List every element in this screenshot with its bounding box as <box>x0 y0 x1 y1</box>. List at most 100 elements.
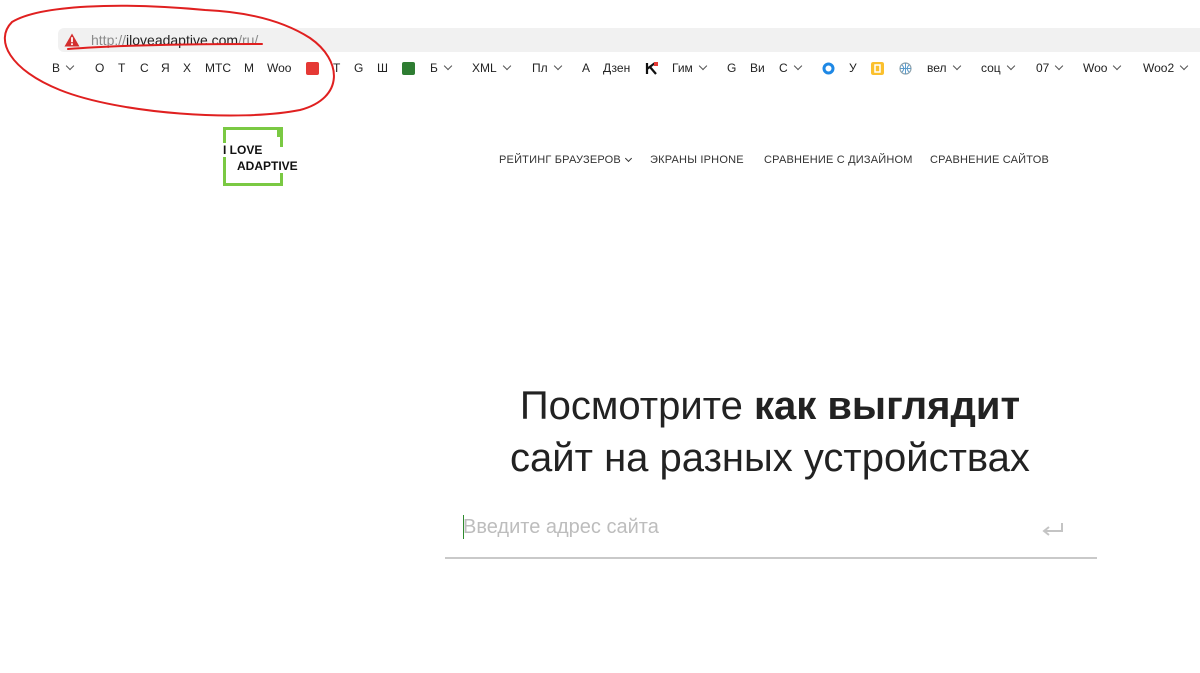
hero-line1-normal: Посмотрите <box>519 384 754 428</box>
nav-item-iphone-screens[interactable]: ЭКРАНЫ IPHONE <box>650 153 744 167</box>
chevron-down-icon <box>443 61 453 71</box>
bookmark-item[interactable]: А <box>582 59 590 77</box>
chevron-down-icon <box>1006 61 1015 71</box>
enter-return-icon[interactable] <box>1041 521 1065 537</box>
bookmark-folder[interactable]: вел <box>927 59 961 77</box>
chevron-down-icon <box>502 61 511 71</box>
bookmark-item[interactable]: У <box>849 59 857 77</box>
bookmark-item[interactable]: Дзен <box>603 59 630 77</box>
bookmark-item[interactable]: С <box>140 59 149 77</box>
chevron-down-icon <box>65 61 75 71</box>
bookmark-label: G <box>354 61 364 75</box>
warning-triangle-icon[interactable] <box>64 33 80 47</box>
bookmark-folder[interactable]: Б <box>430 59 453 77</box>
bookmark-item[interactable]: Х <box>183 59 191 77</box>
bookmark-label: Woo <box>1083 61 1108 75</box>
chevron-down-icon <box>1055 61 1064 71</box>
bookmark-item[interactable] <box>402 59 415 77</box>
bookmark-label: М <box>244 61 254 75</box>
bookmark-folder[interactable]: Пл <box>532 59 562 77</box>
logo-text-line2: ADAPTIVE <box>236 159 299 173</box>
url-path: /ru/ <box>238 32 259 48</box>
bookmark-item[interactable]: Т <box>118 59 125 77</box>
bookmark-label: Woo2 <box>1143 61 1175 75</box>
nav-item-label: ЭКРАНЫ IPHONE <box>650 154 744 166</box>
bookmark-folder[interactable]: С <box>779 59 802 77</box>
bookmark-folder[interactable]: Гим <box>672 59 708 77</box>
nav-item-label: РЕЙТИНГ БРАУЗЕРОВ <box>499 154 621 166</box>
bookmark-item[interactable] <box>306 59 319 77</box>
logo-frame <box>223 127 280 137</box>
red-square-favicon <box>306 61 319 75</box>
bookmark-label: Т <box>118 61 126 75</box>
bookmark-label: МТС <box>205 61 231 75</box>
bookmark-label: Woo <box>267 61 292 75</box>
bookmark-label: 07 <box>1036 61 1050 75</box>
logo-frame <box>280 172 283 186</box>
url-text[interactable]: http://iloveadaptive.com/ru/ <box>91 31 258 49</box>
bookmark-item[interactable]: G <box>354 59 363 77</box>
green-square-favicon <box>402 61 415 75</box>
bookmark-label: Ш <box>377 61 388 75</box>
bookmark-item[interactable] <box>899 59 912 77</box>
bookmark-label: Х <box>183 61 192 75</box>
bookmark-folder[interactable]: Woo2 <box>1143 59 1189 77</box>
address-bar[interactable]: http://iloveadaptive.com/ru/ <box>58 28 1200 52</box>
nav-item-design-comparison[interactable]: СРАВНЕНИЕ С ДИЗАЙНОМ <box>764 153 913 167</box>
blue-ring-favicon <box>822 62 835 74</box>
chevron-down-icon <box>793 61 802 71</box>
chevron-down-icon <box>1113 61 1122 71</box>
bookmark-label: Я <box>161 61 170 75</box>
bookmark-label: Б <box>430 61 438 75</box>
chevron-down-icon <box>1179 61 1189 71</box>
chevron-down-icon <box>553 61 562 71</box>
bookmark-folder[interactable]: Woo <box>1083 59 1122 77</box>
url-protocol: http:// <box>91 32 127 48</box>
site-logo[interactable]: I LOVE ADAPTIVE <box>223 127 299 186</box>
nav-item-label: СРАВНЕНИЕ САЙТОВ <box>930 154 1050 166</box>
bookmark-item[interactable]: О <box>95 59 104 77</box>
nav-item-browser-rating[interactable]: РЕЙТИНГ БРАУЗЕРОВ <box>499 153 632 167</box>
bookmark-label: О <box>95 61 105 75</box>
hero-line2: сайт на разных устройствах <box>510 436 1030 480</box>
bookmark-label: С <box>140 61 149 75</box>
chevron-down-icon <box>698 61 708 71</box>
site-url-input[interactable] <box>463 513 1023 541</box>
bookmark-label: Гим <box>672 61 693 75</box>
logo-frame <box>223 183 283 186</box>
bookmark-item[interactable] <box>645 59 658 77</box>
hero-line1-bold: как выглядит <box>753 384 1021 428</box>
nav-item-site-comparison[interactable]: СРАВНЕНИЕ САЙТОВ <box>930 153 1049 167</box>
url-host: iloveadaptive.com <box>126 32 239 48</box>
text-cursor <box>463 515 464 539</box>
bookmark-item[interactable]: G <box>727 59 736 77</box>
bookmark-item[interactable]: М <box>244 59 254 77</box>
bookmarks-bar: В О Т С Я Х МТС М Woo Т G Ш Б XML Пл А Д… <box>52 59 1198 77</box>
hero-heading: Посмотрите как выглядит сайт на разных у… <box>445 380 1095 484</box>
bookmark-folder[interactable]: соц <box>981 59 1015 77</box>
site-url-search <box>445 505 1097 559</box>
bookmark-folder[interactable]: 07 <box>1036 59 1064 77</box>
bookmark-item[interactable]: Я <box>161 59 170 77</box>
bookmark-item[interactable]: Ш <box>377 59 388 77</box>
bookmark-item[interactable]: Ви <box>750 59 765 77</box>
bookmark-label: Дзен <box>603 61 631 75</box>
bookmark-label: G <box>727 61 737 75</box>
bookmark-folder[interactable]: XML <box>472 59 511 77</box>
logo-frame <box>280 127 283 147</box>
bookmark-folder[interactable]: В <box>52 59 75 77</box>
bookmark-label: соц <box>981 61 1001 75</box>
k-favicon <box>645 61 658 75</box>
bookmark-label: А <box>582 61 591 75</box>
globe-favicon <box>899 61 912 75</box>
bookmark-item[interactable]: Т <box>333 59 340 77</box>
bookmark-label: В <box>52 61 61 75</box>
bookmark-label: Пл <box>532 61 548 75</box>
bookmark-item[interactable]: МТС <box>205 59 231 77</box>
bookmark-item[interactable] <box>871 59 884 77</box>
bookmark-item[interactable] <box>822 59 835 77</box>
bookmark-label: вел <box>927 61 947 75</box>
bookmark-item[interactable]: Woo <box>267 59 291 77</box>
yellow-favicon <box>871 61 884 75</box>
nav-item-label: СРАВНЕНИЕ С ДИЗАЙНОМ <box>764 154 913 166</box>
